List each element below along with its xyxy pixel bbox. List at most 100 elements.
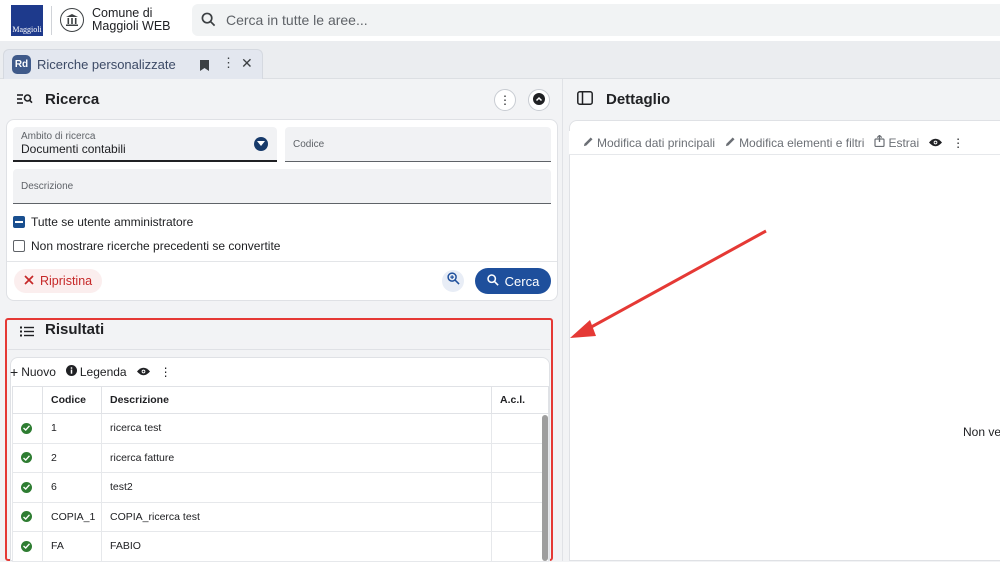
eye-icon — [136, 365, 150, 379]
pencil-icon — [583, 136, 594, 150]
column-header-acl[interactable]: A.c.l. — [491, 386, 549, 414]
table-row[interactable]: 6 test2 — [12, 472, 549, 503]
detail-more-button[interactable]: ⋮ — [952, 136, 964, 150]
extract-label: Estrai — [888, 135, 920, 150]
check-admin-row[interactable]: Tutte se utente amministratore — [13, 215, 193, 229]
checkbox-admin[interactable] — [13, 216, 25, 228]
legend-label: Legenda — [79, 365, 127, 379]
new-button[interactable]: + Nuovo — [10, 364, 56, 380]
logo-text: Maggioli — [12, 25, 42, 34]
codice-cell: FA — [42, 531, 102, 562]
risultati-title: Risultati — [45, 321, 105, 338]
codice-cell: 6 — [42, 472, 102, 503]
tab-ricerche-personalizzate[interactable]: Rd Ricerche personalizzate ⋮ ✕ — [3, 49, 263, 79]
global-search[interactable] — [192, 4, 1000, 36]
search-list-icon — [17, 92, 33, 111]
ricerca-collapse-button[interactable] — [528, 89, 550, 111]
eye-icon — [929, 136, 943, 150]
results-divider — [8, 349, 550, 350]
bookmark-icon[interactable] — [200, 58, 209, 76]
edit-main-button[interactable]: Modifica dati principali — [583, 136, 715, 150]
descrizione-cell: test2 — [101, 472, 492, 503]
descrizione-cell: ricerca fatture — [101, 442, 492, 473]
panel-icon — [577, 91, 593, 110]
form-divider — [7, 261, 557, 262]
empty-detail-message: Non ve — [963, 425, 1000, 439]
detail-card — [569, 120, 1000, 561]
more-vertical-icon[interactable]: ⋮ — [222, 55, 235, 71]
more-vertical-icon: ⋮ — [499, 93, 511, 107]
town-hall-icon — [60, 8, 84, 32]
more-vertical-icon: ⋮ — [159, 365, 172, 379]
ambito-select[interactable]: Ambito di ricerca Documenti contabili — [13, 127, 277, 162]
results-scrollbar[interactable] — [542, 415, 548, 561]
zoom-in-icon — [446, 272, 460, 290]
acl-cell — [491, 472, 549, 503]
extract-button[interactable]: Estrai — [874, 134, 920, 150]
descrizione-cell: FABIO — [101, 531, 492, 562]
divider — [51, 6, 52, 35]
detail-visibility-button[interactable] — [929, 136, 943, 150]
advanced-search-button[interactable] — [442, 270, 464, 292]
chevron-down-icon — [254, 137, 268, 151]
close-icon[interactable]: ✕ — [241, 55, 253, 72]
check-circle-icon — [21, 540, 32, 552]
search-icon — [486, 273, 499, 289]
table-row[interactable]: 1 ricerca test — [12, 413, 549, 444]
descrizione-cell: ricerca test — [101, 413, 492, 444]
table-row[interactable]: COPIA_1 COPIA_ricerca test — [12, 501, 549, 532]
ambito-value: Documenti contabili — [21, 142, 126, 156]
visibility-button[interactable] — [136, 365, 150, 379]
results-more-button[interactable]: ⋮ — [160, 365, 172, 379]
check-converted-label: Non mostrare ricerche precedenti se conv… — [31, 239, 281, 253]
check-admin-label: Tutte se utente amministratore — [31, 215, 194, 229]
acl-cell — [491, 531, 549, 562]
status-cell — [12, 501, 43, 532]
check-circle-icon — [21, 481, 32, 493]
table-row[interactable]: FA FABIO — [12, 531, 549, 562]
edit-main-label: Modifica dati principali — [597, 135, 716, 150]
table-header-row: Codice Descrizione A.c.l. — [12, 386, 549, 414]
edit-filters-label: Modifica elementi e filtri — [739, 135, 865, 150]
status-cell — [12, 531, 43, 562]
close-icon — [24, 274, 34, 288]
check-converted-row[interactable]: Non mostrare ricerche precedenti se conv… — [13, 239, 280, 253]
table-row[interactable]: 2 ricerca fatture — [12, 442, 549, 473]
ricerca-title: Ricerca — [45, 91, 100, 108]
column-header-status[interactable] — [12, 386, 43, 414]
reset-button[interactable]: Ripristina — [14, 269, 103, 293]
reset-label: Ripristina — [40, 274, 93, 288]
checkbox-converted[interactable] — [13, 240, 25, 252]
check-circle-icon — [21, 422, 32, 434]
column-header-codice[interactable]: Codice — [42, 386, 102, 414]
app-name: Comune di Maggioli WEB — [92, 6, 171, 33]
descrizione-cell: COPIA_ricerca test — [101, 501, 492, 532]
maggioli-logo[interactable]: Maggioli — [11, 5, 43, 36]
tab-badge: Rd — [12, 55, 31, 74]
codice-label: Codice — [293, 139, 325, 150]
codice-field[interactable]: Codice — [285, 127, 551, 162]
legend-button[interactable]: Legenda — [65, 365, 127, 379]
plus-icon: + — [10, 364, 19, 380]
left-pane: Ricerca ⋮ Ambito di ricerca Documenti co… — [0, 79, 562, 562]
results-toolbar: + Nuovo Legenda ⋮ — [10, 362, 172, 382]
search-button[interactable]: Cerca — [475, 268, 551, 294]
search-input[interactable] — [226, 4, 926, 36]
status-cell — [12, 413, 43, 444]
descrizione-field[interactable]: Descrizione — [13, 169, 551, 204]
dettaglio-title: Dettaglio — [606, 91, 671, 108]
column-header-descrizione[interactable]: Descrizione — [101, 386, 492, 414]
codice-cell: 2 — [42, 442, 102, 473]
tab-label: Ricerche personalizzate — [37, 57, 176, 72]
right-pane: Dettaglio Modifica dati principali Modif… — [562, 79, 1000, 561]
acl-cell — [491, 442, 549, 473]
descrizione-label: Descrizione — [21, 181, 74, 192]
ricerca-more-button[interactable]: ⋮ — [494, 89, 516, 111]
codice-cell: 1 — [42, 413, 102, 444]
tab-strip: Rd Ricerche personalizzate ⋮ ✕ — [0, 41, 1000, 79]
ambito-label: Ambito di ricerca — [21, 131, 96, 142]
edit-filters-button[interactable]: Modifica elementi e filtri — [725, 136, 864, 150]
search-icon — [201, 12, 216, 32]
status-cell — [12, 472, 43, 503]
detail-toolbar: Modifica dati principali Modifica elemen… — [569, 131, 1000, 155]
